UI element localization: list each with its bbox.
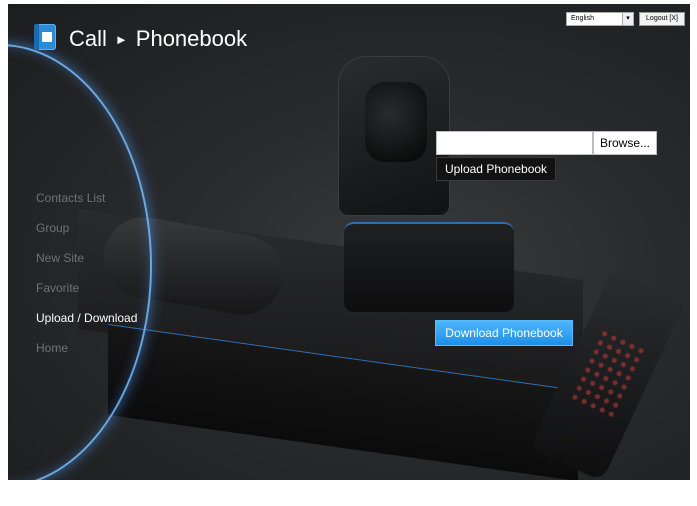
nav-item-group[interactable]: Group (36, 220, 137, 250)
breadcrumb-section: Call (69, 26, 107, 51)
camera-lens (365, 82, 427, 162)
language-select[interactable]: English ▾ (566, 12, 634, 26)
page-title: Phonebook (135, 26, 248, 51)
side-nav: Contacts List Group New Site Favorite Up… (36, 190, 137, 370)
nav-item-new-site[interactable]: New Site (36, 250, 137, 280)
file-path-input[interactable] (436, 131, 593, 155)
language-value: English (571, 15, 594, 22)
download-phonebook-button[interactable]: Download Phonebook (435, 320, 573, 346)
browse-button[interactable]: Browse... (593, 131, 657, 155)
breadcrumb-arrow-icon: ► (114, 31, 128, 47)
nav-item-favorite[interactable]: Favorite (36, 280, 137, 310)
camera-base (344, 222, 514, 312)
breadcrumb: Call ► Phonebook (69, 24, 247, 54)
logout-button[interactable]: Logout [X] (639, 12, 685, 26)
main-stage: Call ► Phonebook English ▾ Logout [X] Co… (8, 4, 690, 480)
phonebook-icon (34, 24, 56, 50)
upload-phonebook-button[interactable]: Upload Phonebook (436, 157, 556, 181)
nav-item-home[interactable]: Home (36, 340, 137, 370)
nav-item-upload-download[interactable]: Upload / Download (36, 310, 137, 340)
chevron-down-icon[interactable]: ▾ (622, 13, 633, 25)
nav-item-contacts-list[interactable]: Contacts List (36, 190, 137, 220)
